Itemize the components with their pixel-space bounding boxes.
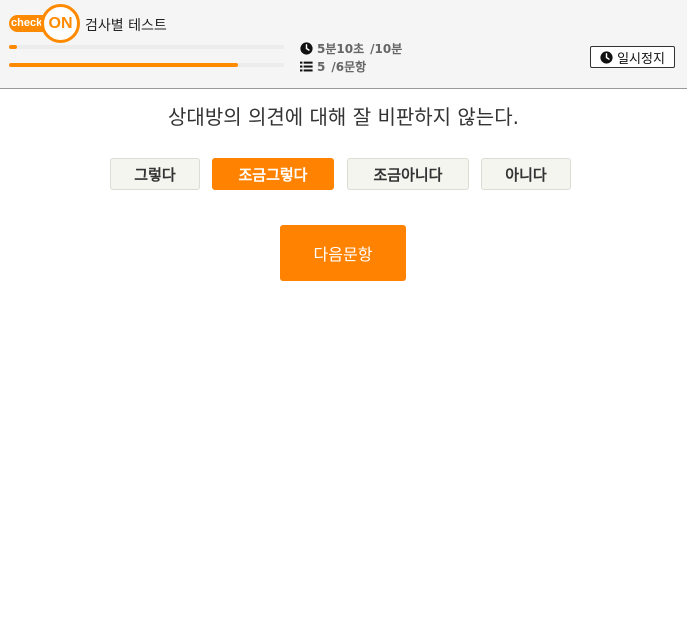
choice-yes[interactable]: 그렇다 xyxy=(110,158,200,190)
checkon-logo: check ON xyxy=(9,4,81,44)
pause-label: 일시정지 xyxy=(617,51,665,67)
time-progress-fill xyxy=(9,45,18,49)
question-count-status: 5 /6문항 xyxy=(300,58,366,75)
timer-status: 5분10초 /10분 xyxy=(300,40,402,57)
clock-icon xyxy=(600,50,613,64)
question-text: 상대방의 의견에 대해 잘 비판하지 않는다. xyxy=(168,105,519,129)
question-total: /6문항 xyxy=(331,60,367,74)
header: check ON 검사별 테스트 5분10초 /10분 5 /6문항 일시정지 xyxy=(0,0,687,89)
question-progress-bar xyxy=(9,63,284,67)
pause-button[interactable]: 일시정지 xyxy=(590,46,675,68)
question-progress-fill xyxy=(9,63,239,67)
time-progress-bar xyxy=(9,45,284,49)
page-title: 검사별 테스트 xyxy=(85,18,167,34)
clock-icon xyxy=(300,42,313,55)
next-question-button[interactable]: 다음문항 xyxy=(280,225,406,281)
choice-somewhat-yes[interactable]: 조금그렇다 xyxy=(212,158,334,190)
question-current: 5 xyxy=(317,59,326,74)
choice-no[interactable]: 아니다 xyxy=(481,158,571,190)
timer-elapsed: 5분10초 xyxy=(317,42,365,56)
timer-total: /10분 xyxy=(370,42,403,56)
list-icon xyxy=(300,61,313,72)
choice-somewhat-no[interactable]: 조금아니다 xyxy=(347,158,469,190)
logo-on-text: ON xyxy=(41,4,80,43)
